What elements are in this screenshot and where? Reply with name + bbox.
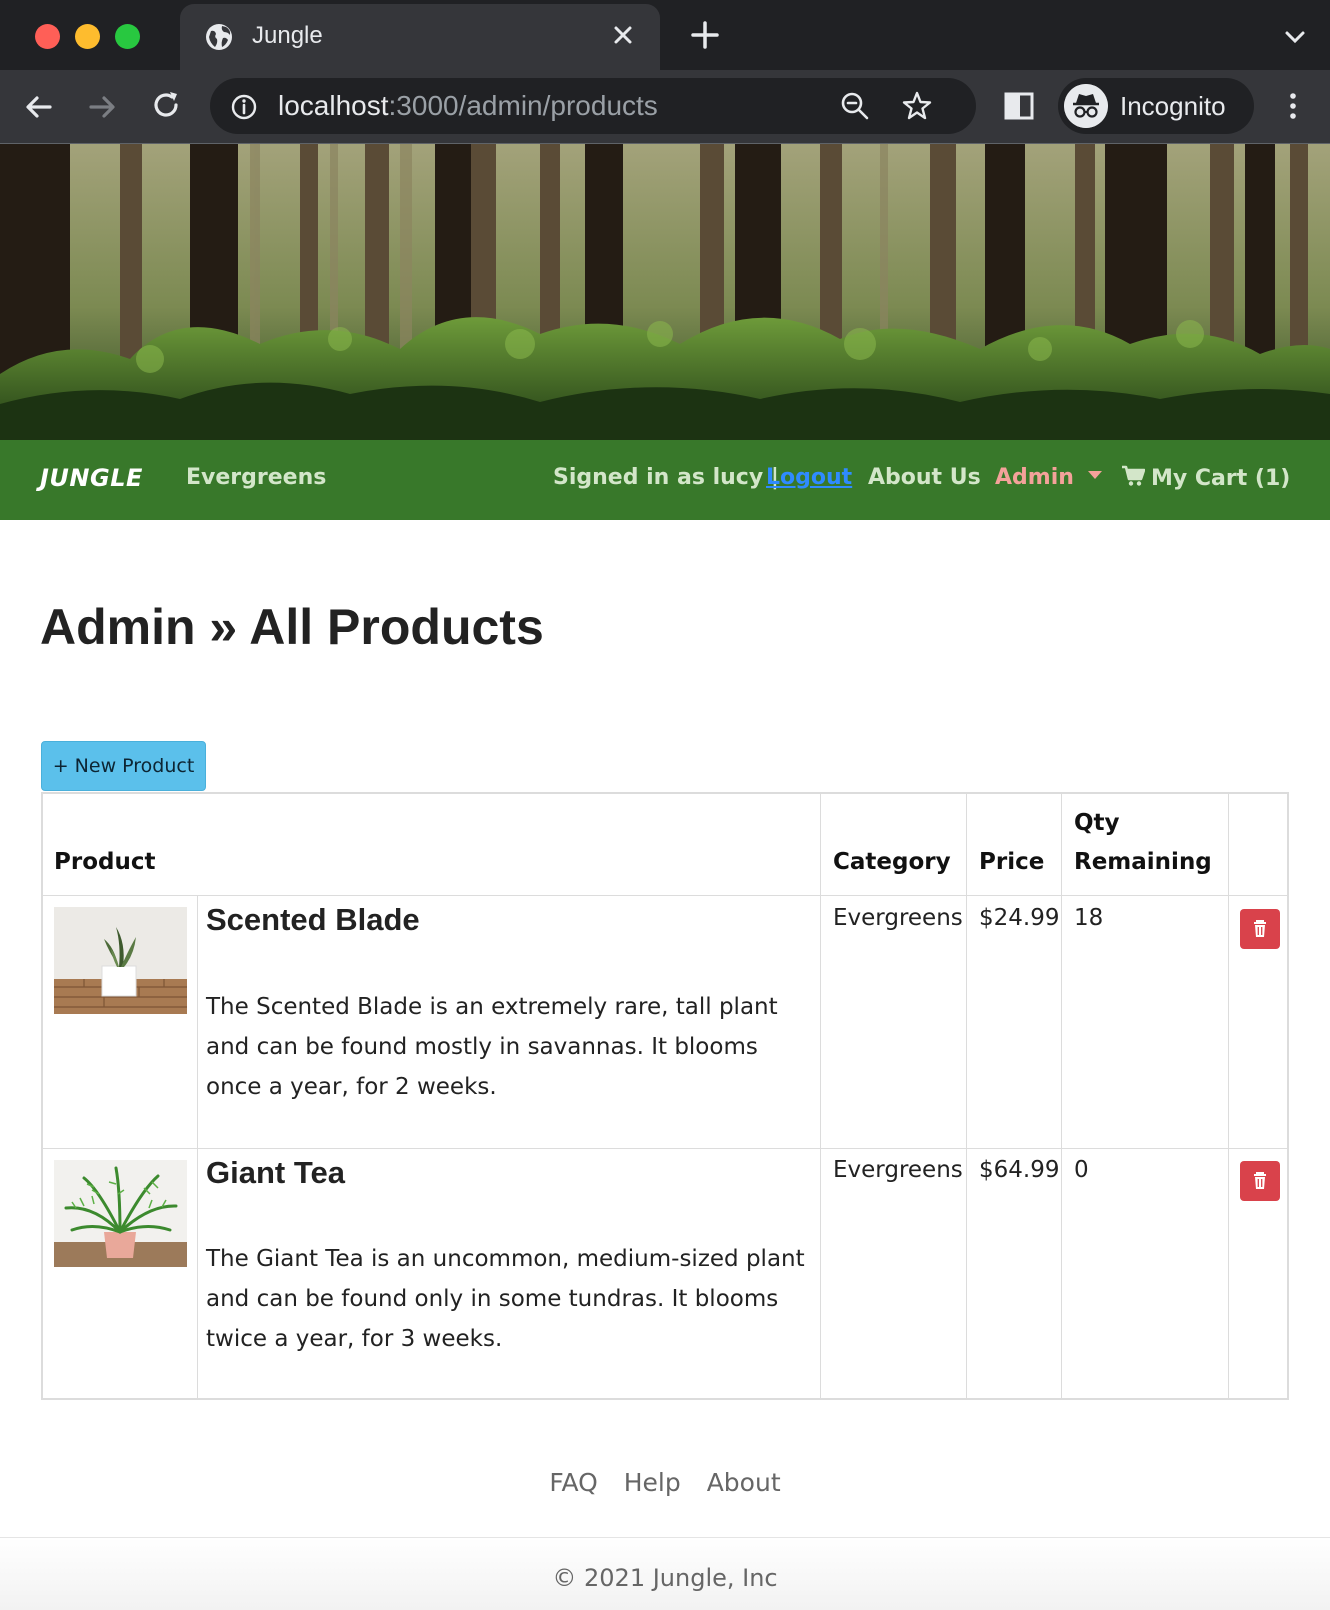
delete-product-button[interactable] — [1240, 1161, 1280, 1201]
globe-icon — [206, 24, 232, 50]
header-qty-line2: Remaining — [1074, 849, 1212, 875]
incognito-label: Incognito — [1120, 91, 1226, 121]
footer-bar: © 2021 Jungle, Inc — [0, 1537, 1330, 1610]
product-price: $24.99 — [979, 905, 1060, 931]
hero-forest-image — [0, 144, 1330, 440]
products-table: Product Category Price Qty Remaining Sce… — [41, 792, 1289, 1400]
nav-category-evergreens[interactable]: Evergreens — [186, 465, 326, 490]
browser-tab-bar: Jungle — [0, 0, 1330, 70]
close-tab-icon[interactable] — [608, 20, 638, 50]
footer-links: FAQ Help About — [0, 1468, 1330, 1497]
header-qty-line1: Qty — [1074, 810, 1120, 836]
incognito-icon — [1064, 84, 1108, 128]
header-product: Product — [54, 849, 156, 875]
shopping-cart-icon — [1122, 465, 1146, 486]
product-description: The Scented Blade is an extremely rare, … — [206, 994, 778, 1100]
site-info-icon[interactable] — [230, 93, 258, 121]
reload-icon[interactable] — [149, 89, 183, 123]
table-divider — [1228, 794, 1229, 1400]
back-arrow-icon[interactable] — [22, 90, 56, 124]
chevron-down-icon[interactable] — [1282, 24, 1308, 50]
product-name: Giant Tea — [206, 1155, 345, 1190]
product-description: The Giant Tea is an uncommon, medium-siz… — [206, 1246, 805, 1352]
caret-down-icon — [1087, 471, 1102, 479]
site-navbar: JUNGLE Evergreens Signed in as lucy | Lo… — [0, 440, 1330, 520]
nav-cart[interactable]: My Cart (1) — [1121, 465, 1290, 491]
trash-icon — [1254, 920, 1266, 937]
footer-link-faq[interactable]: FAQ — [549, 1468, 597, 1497]
delete-product-button[interactable] — [1240, 909, 1280, 949]
tab-title: Jungle — [252, 22, 323, 49]
product-category: Evergreens — [833, 905, 963, 931]
signed-in-text: Signed in as lucy | — [553, 465, 779, 490]
incognito-profile-button[interactable]: Incognito — [1058, 78, 1254, 134]
table-divider — [820, 794, 821, 1400]
minimize-window-button[interactable] — [75, 24, 100, 49]
table-divider — [966, 794, 967, 1400]
table-divider — [1061, 794, 1062, 1400]
product-qty: 18 — [1074, 905, 1104, 931]
forest-illustration — [0, 144, 1330, 440]
new-tab-icon[interactable] — [688, 18, 722, 52]
footer-link-help[interactable]: Help — [624, 1468, 681, 1497]
product-qty: 0 — [1074, 1157, 1089, 1183]
table-divider — [43, 1148, 1289, 1149]
bookmark-star-icon[interactable] — [900, 89, 934, 123]
fern-plant-image — [54, 1160, 187, 1267]
footer-link-about[interactable]: About — [707, 1468, 781, 1497]
new-product-button[interactable]: + New Product — [41, 741, 206, 791]
product-name: Scented Blade — [206, 902, 420, 937]
nav-admin-dropdown[interactable]: Admin — [995, 465, 1102, 490]
side-panel-icon[interactable] — [1002, 89, 1036, 123]
product-image-fern — [54, 1160, 187, 1267]
cart-label: My Cart (1) — [1151, 466, 1291, 491]
product-price: $64.99 — [979, 1157, 1060, 1183]
forward-arrow-icon[interactable] — [85, 90, 119, 124]
browser-tab[interactable]: Jungle — [180, 4, 660, 70]
trash-icon — [1254, 1172, 1266, 1189]
maximize-window-button[interactable] — [115, 24, 140, 49]
header-price: Price — [979, 849, 1045, 875]
nav-about-us[interactable]: About Us — [868, 465, 981, 490]
copyright-text: © 2021 Jungle, Inc — [552, 1564, 778, 1592]
more-menu-icon[interactable] — [1276, 89, 1310, 123]
browser-toolbar: localhost:3000/admin/products Incognito — [0, 70, 1330, 144]
close-window-button[interactable] — [35, 24, 60, 49]
brand-logo[interactable]: JUNGLE — [40, 464, 143, 492]
address-bar[interactable]: localhost:3000/admin/products — [210, 78, 976, 134]
url-text[interactable]: localhost:3000/admin/products — [278, 90, 658, 122]
zoom-icon[interactable] — [838, 89, 872, 123]
snake-plant-image — [54, 907, 187, 1014]
product-image-snake-plant — [54, 907, 187, 1014]
nav-admin-label: Admin — [995, 465, 1074, 490]
table-divider — [43, 895, 1289, 896]
product-category: Evergreens — [833, 1157, 963, 1183]
header-category: Category — [833, 849, 951, 875]
logout-link[interactable]: Logout — [766, 465, 852, 490]
page-title: Admin » All Products — [40, 599, 544, 655]
